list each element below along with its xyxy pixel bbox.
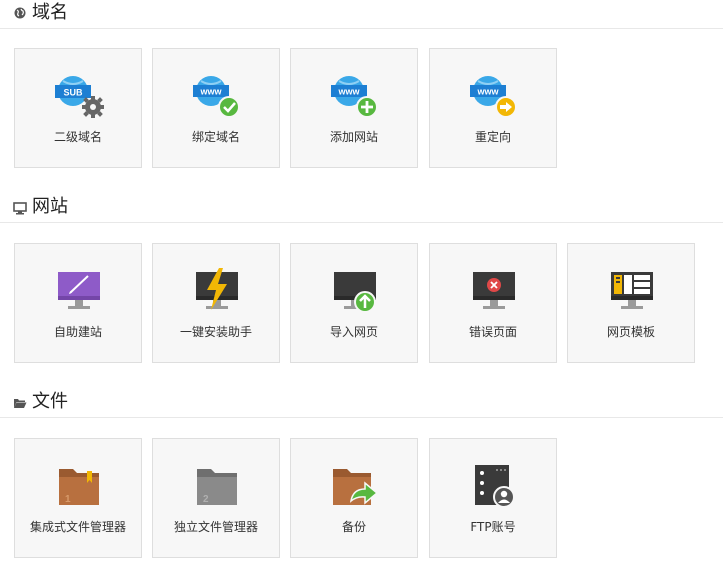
tile-label: 添加网站 [329, 130, 378, 144]
section-title-files: 文件 [32, 391, 68, 412]
section-header-domain: 域名 [0, 0, 723, 29]
tile-subdomain[interactable]: SUB 二级域名 [14, 48, 142, 168]
one-click-install-lightning-icon [196, 268, 238, 310]
tile-label: 自助建站 [53, 325, 102, 339]
tile-bind-domain[interactable]: www 绑定域名 [152, 48, 280, 168]
www-badge-text: www [199, 87, 222, 97]
tile-site-builder[interactable]: 自助建站 [14, 243, 142, 363]
page-template-icon [611, 272, 653, 309]
tile-add-site[interactable]: www 添加网站 [290, 48, 418, 168]
tile-label: 集成式文件管理器 [29, 520, 126, 534]
tile-label: 二级域名 [53, 130, 102, 144]
ftp-account-server-user-icon [475, 465, 515, 508]
tile-label: 备份 [341, 520, 366, 534]
tile-label: FTP账号 [470, 520, 516, 534]
import-page-upload-icon [334, 272, 376, 313]
section-header-website: 网站 [0, 194, 723, 223]
monitor-icon [13, 202, 27, 215]
tile-import-page[interactable]: 导入网页 [290, 243, 418, 363]
www-badge-text: www [337, 87, 360, 97]
section-title-website: 网站 [32, 196, 68, 217]
www-badge-text: www [476, 87, 499, 97]
section-header-files: 文件 [0, 389, 723, 418]
folder-number: 2 [203, 494, 209, 505]
tile-label: 绑定域名 [191, 130, 240, 144]
folder-number: 1 [65, 494, 71, 505]
tile-redirect[interactable]: www 重定向 [429, 48, 557, 168]
bind-domain-globe-check-icon: www [193, 76, 240, 118]
tile-one-click-install[interactable]: 一键安装助手 [152, 243, 280, 363]
tile-label: 错误页面 [468, 325, 517, 339]
tile-label: 重定向 [474, 130, 511, 144]
tile-standalone-file-manager[interactable]: 2 独立文件管理器 [152, 438, 280, 558]
integrated-file-manager-folder-icon: 1 [59, 469, 99, 505]
subdomain-globe-gear-icon: SUB [55, 76, 104, 118]
sub-badge-text: SUB [63, 88, 83, 98]
error-page-x-icon [473, 272, 515, 309]
tile-error-page[interactable]: 错误页面 [429, 243, 557, 363]
backup-folder-arrow-icon [333, 469, 379, 505]
tile-label: 独立文件管理器 [173, 520, 258, 534]
tile-label: 网页模板 [606, 325, 655, 339]
add-site-globe-plus-icon: www [331, 76, 378, 118]
globe-icon [14, 7, 26, 19]
site-builder-brush-icon [58, 272, 100, 309]
standalone-file-manager-folder-icon: 2 [197, 469, 237, 505]
tile-integrated-file-manager[interactable]: 1 集成式文件管理器 [14, 438, 142, 558]
tile-label: 导入网页 [329, 325, 378, 339]
section-title-domain: 域名 [32, 2, 68, 23]
folder-open-icon [14, 399, 27, 408]
tile-label: 一键安装助手 [179, 325, 252, 339]
tile-page-template[interactable]: 网页模板 [567, 243, 695, 363]
tile-backup[interactable]: 备份 [290, 438, 418, 558]
redirect-globe-arrow-icon: www [470, 76, 517, 118]
tile-ftp-account[interactable]: FTP账号 [429, 438, 557, 558]
